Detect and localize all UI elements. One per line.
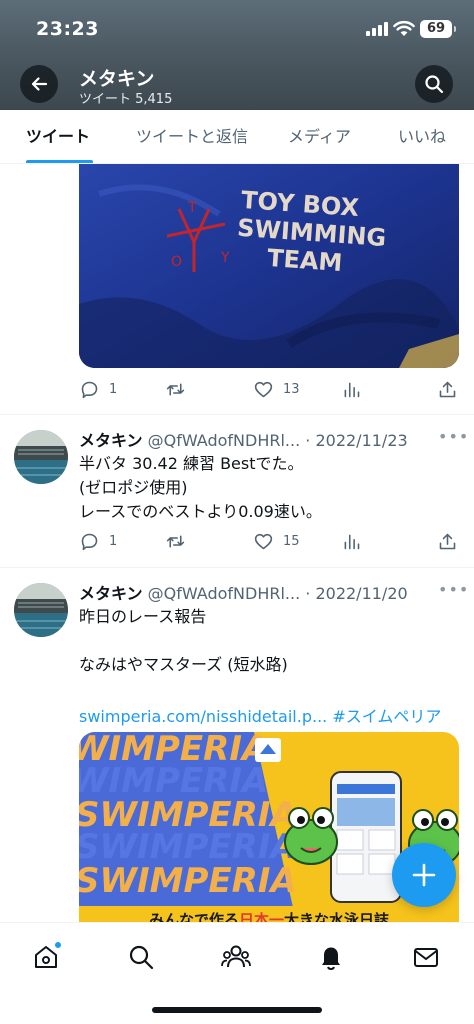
logo-letter-o: O (171, 254, 182, 270)
tab-tweets-and-replies[interactable]: ツイートと返信 (136, 110, 248, 163)
banner-word: SWIMPERIA (79, 861, 297, 901)
plus-icon (412, 863, 436, 887)
tweet-text-blank (79, 677, 464, 701)
like-count: 13 (283, 381, 300, 397)
tweet-feed[interactable]: T O Y TOY BOX SWIMMING TEAM 1 13 メタキン @Q… (0, 164, 474, 922)
tweet-author-handle[interactable]: @QfWAdofNDHRl... (148, 584, 301, 603)
bell-icon (322, 947, 340, 971)
retweet-button[interactable] (165, 528, 195, 554)
like-button[interactable]: 15 (253, 528, 300, 554)
bar-chart-icon (344, 382, 360, 397)
nav-messages[interactable] (406, 937, 446, 977)
arrow-left-icon (31, 77, 48, 91)
banner-tagline: みんなで作る日本一大きな水泳日誌 (149, 911, 389, 922)
nav-communities[interactable] (216, 937, 256, 977)
wifi-icon (393, 20, 415, 36)
profile-name: メタキン (79, 68, 155, 90)
share-icon (439, 533, 456, 549)
nav-search[interactable] (121, 937, 161, 977)
tweet-link[interactable]: swimperia.com/nisshidetail.p... (79, 707, 327, 726)
tweet-date[interactable]: · 2022/11/20 (305, 584, 407, 603)
avatar-image (14, 430, 68, 484)
search-button[interactable] (415, 65, 453, 103)
mail-icon (414, 948, 438, 967)
logo-letter-t: T (187, 200, 197, 216)
battery-indicator: 69 (420, 20, 456, 38)
back-button[interactable] (20, 65, 58, 103)
tweet-text-line: レースでのベストより0.09速い。 (79, 502, 322, 521)
home-indicator (152, 1007, 322, 1013)
cellular-signal-icon (366, 22, 388, 36)
nav-notifications[interactable] (311, 937, 351, 977)
tab-tweets[interactable]: ツイート (26, 110, 90, 163)
reply-count: 1 (109, 381, 118, 397)
tweet-item[interactable]: メタキン @QfWAdofNDHRl... · 2022/11/23 ••• 半… (0, 414, 474, 567)
tweet-author-handle[interactable]: @QfWAdofNDHRl... (148, 431, 301, 450)
profile-tabs: ツイート ツイートと返信 メディア いいね (0, 110, 474, 164)
tweet-text: 昨日のレース報告 なみはやマスターズ (短水路) swimperia.com/n… (79, 605, 464, 729)
reply-count: 1 (109, 533, 118, 549)
share-button[interactable] (437, 376, 458, 402)
tweet-text-line: なみはやマスターズ (短水路) (79, 655, 288, 674)
tweet-text-line: 半バタ 30.42 練習 Bestでた。 (79, 454, 304, 473)
tab-media[interactable]: メディア (288, 110, 351, 163)
like-count: 15 (283, 533, 300, 549)
tweet-actions: 1 13 (79, 376, 459, 402)
reply-icon (81, 381, 98, 398)
tweet-author-name[interactable]: メタキン (79, 584, 143, 603)
reply-button[interactable]: 1 (79, 376, 117, 402)
search-icon (425, 75, 444, 94)
tab-likes[interactable]: いいね (398, 110, 446, 163)
tweet-date[interactable]: · 2022/11/23 (305, 431, 407, 450)
profile-header: 23:23 69 メタキン ツイート 5,415 (0, 0, 474, 110)
avatar[interactable] (14, 430, 68, 484)
reply-icon (81, 533, 98, 550)
view-stats-button[interactable] (341, 528, 362, 554)
tweet-text-line: (ゼロポジ使用) (79, 478, 188, 497)
heart-icon (254, 533, 273, 549)
bar-chart-icon (344, 534, 360, 549)
share-button[interactable] (437, 528, 458, 554)
tweet-author-name[interactable]: メタキン (79, 431, 143, 450)
share-icon (439, 381, 456, 397)
people-icon (221, 945, 251, 968)
tweet-actions: 1 15 (79, 528, 459, 554)
nav-home[interactable] (26, 937, 66, 977)
bottom-navigation (0, 922, 474, 1024)
reply-button[interactable]: 1 (79, 528, 117, 554)
tweet-header: メタキン @QfWAdofNDHRl... · 2022/11/23 (79, 427, 439, 451)
tweet-hashtag[interactable]: #スイムペリア (332, 707, 441, 726)
retweet-icon (166, 534, 185, 548)
more-options-button[interactable]: ••• (438, 427, 469, 446)
retweet-button[interactable] (165, 376, 195, 402)
tweet-count: ツイート 5,415 (79, 92, 173, 107)
swim-cap-image: T O Y TOY BOX SWIMMING TEAM (79, 164, 459, 368)
tweet-text-line: 昨日のレース報告 (79, 607, 207, 626)
notification-dot (54, 941, 62, 949)
tweet-text-blank (79, 629, 464, 653)
status-time: 23:23 (36, 18, 99, 40)
avatar-image (14, 583, 68, 637)
tweet-text: 半バタ 30.42 練習 Bestでた。 (ゼロポジ使用) レースでのベストより… (79, 452, 464, 524)
compose-tweet-button[interactable] (392, 843, 456, 907)
view-stats-button[interactable] (341, 376, 362, 402)
retweet-icon (166, 382, 185, 396)
heart-icon (254, 381, 273, 397)
search-icon (129, 945, 154, 970)
avatar[interactable] (14, 583, 68, 637)
tweet-header: メタキン @QfWAdofNDHRl... · 2022/11/20 (79, 580, 439, 604)
tweet-media-swim-cap[interactable]: T O Y TOY BOX SWIMMING TEAM (79, 164, 459, 368)
status-bar: 23:23 69 (0, 0, 474, 58)
more-options-button[interactable]: ••• (438, 580, 469, 599)
profile-screen: 23:23 69 メタキン ツイート 5,415 ツイート ツイートと返信 メデ… (0, 0, 474, 1024)
logo-letter-y: Y (220, 250, 230, 266)
like-button[interactable]: 13 (253, 376, 300, 402)
cap-text-line-3: TEAM (266, 244, 343, 277)
